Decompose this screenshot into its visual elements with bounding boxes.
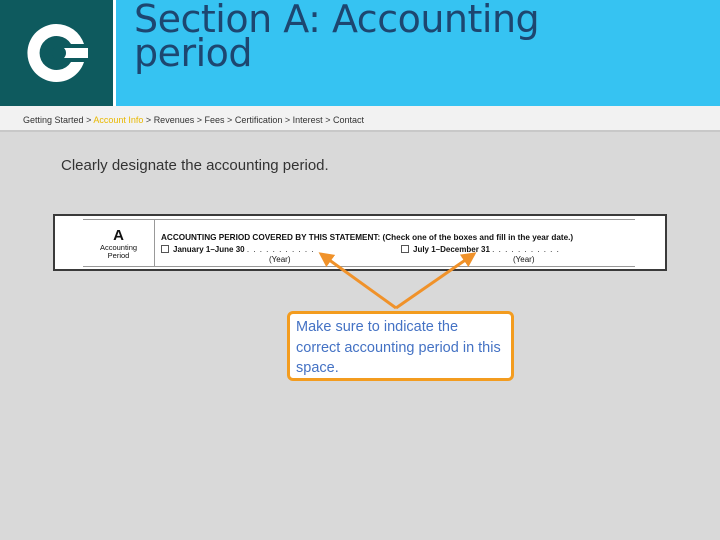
arrow-to-jan-jun xyxy=(318,252,397,310)
arrow-to-jul-dec xyxy=(395,252,477,310)
callout-text: Make sure to indicate the correct accoun… xyxy=(296,319,501,376)
callout-arrows xyxy=(318,252,477,310)
callout-box: Make sure to indicate the correct accoun… xyxy=(287,311,514,381)
